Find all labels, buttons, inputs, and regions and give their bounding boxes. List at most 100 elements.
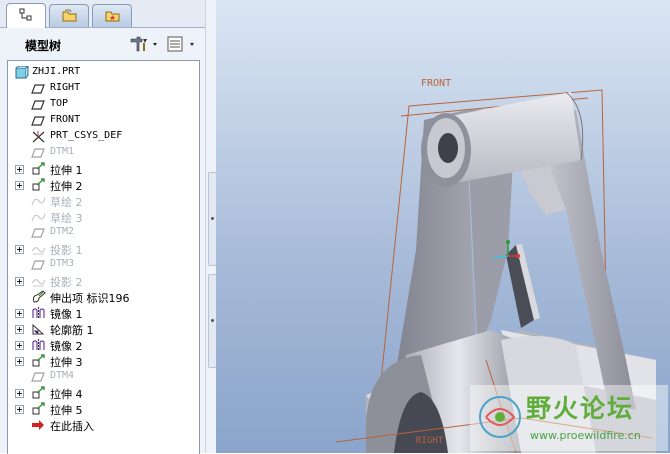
extrude-icon [31,402,46,416]
tree-item-label: 投影 1 [50,244,83,257]
tree-item-label: 在此插入 [50,420,94,433]
tree-item-label: 拉伸 2 [50,180,83,193]
expand-toggle-icon[interactable] [15,357,24,366]
tree-item-label: DTM2 [50,226,75,237]
tree-item[interactable]: FRONT [8,113,198,129]
tree-item-label: 伸出项 标识196 [50,292,130,305]
tree-item-label: 轮廓筋 1 [50,324,94,337]
tree-item[interactable]: 在此插入 [8,417,198,433]
tree-item-label: 镜像 2 [50,340,83,353]
rib-icon [31,322,46,336]
settings-menu-button[interactable] [128,35,160,53]
mirror-icon [31,338,46,352]
projection-icon [31,242,46,256]
forum-watermark: 野火论坛 www.proewildfire.cn [470,385,668,451]
tree-item[interactable]: 草绘 2 [8,193,198,209]
tree-item-label: ZHJI.PRT [32,66,81,77]
tree-item[interactable]: 拉伸 4 [8,385,198,401]
tree-item-label: 投影 2 [50,276,83,289]
expand-toggle-icon[interactable] [15,277,24,286]
extrude-icon [31,386,46,400]
sketch-icon [31,194,46,208]
navigator-tabs [0,0,205,28]
datum-plane-icon [31,226,46,240]
datum-plane-icon [31,98,46,112]
expand-toggle-icon[interactable] [15,165,24,174]
tree-item[interactable]: 拉伸 2 [8,177,198,193]
tree-item[interactable]: DTM3 [8,257,198,273]
tree-item[interactable]: RIGHT [8,81,198,97]
extrude-icon [31,178,46,192]
tree-item[interactable]: 拉伸 3 [8,353,198,369]
extrude-icon [31,162,46,176]
datum-right-label: RIGHT [416,436,444,446]
tree-item-label: 拉伸 4 [50,388,83,401]
tree-item[interactable]: TOP [8,97,198,113]
tree-item-label: 镜像 1 [50,308,83,321]
watermark-url: www.proewildfire.cn [530,429,641,442]
watermark-logo-icon [479,396,521,438]
tree-item[interactable]: 拉伸 1 [8,161,198,177]
projection-icon [31,274,46,288]
favorites-tab-icon [105,11,120,22]
show-menu-button[interactable] [166,35,198,53]
protrusion-icon [31,290,46,304]
expand-toggle-icon[interactable] [15,325,24,334]
tree-item-label: DTM1 [50,146,75,157]
tree-item-label: TOP [50,98,69,109]
expand-toggle-icon[interactable] [15,389,24,398]
datum-plane-icon [31,82,46,96]
folder-browser-tab-icon [62,9,77,22]
tree-item[interactable]: 投影 2 [8,273,198,289]
datum-plane-icon [31,370,46,384]
tree-item[interactable]: ZHJI.PRT [8,64,198,81]
tree-item-label: FRONT [50,114,81,125]
mirror-icon [31,306,46,320]
tree-item-label: 草绘 3 [50,212,83,225]
csys-icon [31,130,46,144]
tree-item-label: DTM3 [50,258,75,269]
model-tree-tab[interactable] [6,3,46,28]
expand-toggle-icon[interactable] [15,341,24,350]
folder-browser-tab[interactable] [49,4,89,27]
sketch-icon [31,210,46,224]
tree-item-label: 拉伸 1 [50,164,83,177]
graphics-window[interactable]: FRONT RIGHT 野火论坛 www.proewildfire.cn [216,0,670,453]
tree-item[interactable]: 草绘 3 [8,209,198,225]
tree-item-label: 草绘 2 [50,196,83,209]
favorites-tab[interactable] [92,4,132,27]
model-tree-header: 模型树 [0,28,205,58]
expand-toggle-icon[interactable] [15,309,24,318]
tree-item[interactable]: 拉伸 5 [8,401,198,417]
datum-plane-icon [31,146,46,160]
list-columns-icon [167,36,194,52]
tree-item[interactable]: 投影 1 [8,241,198,257]
tree-item-label: DTM4 [50,370,75,381]
navigator-panel: 模型树 ZHJI.PRT RIGHT TOP FRONT PRT_CSYS_DEF DTM… [0,0,205,454]
expand-toggle-icon[interactable] [15,405,24,414]
datum-front-label: FRONT [421,78,451,89]
tree-item[interactable]: 镜像 2 [8,337,198,353]
datum-plane-icon [31,114,46,128]
tree-item-label: 拉伸 5 [50,404,83,417]
tree-item[interactable]: 轮廓筋 1 [8,321,198,337]
tree-item[interactable]: 伸出项 标识196 [8,289,198,305]
tree-item[interactable]: PRT_CSYS_DEF [8,129,198,145]
tree-item[interactable]: DTM2 [8,225,198,241]
tree-item[interactable]: 镜像 1 [8,305,198,321]
expand-toggle-icon[interactable] [15,181,24,190]
watermark-title: 野火论坛 [526,394,635,423]
insert-arrow-icon [31,418,46,432]
datum-plane-icon [31,258,46,272]
tree-item[interactable]: DTM1 [8,145,198,161]
tree-item-label: PRT_CSYS_DEF [50,130,123,141]
tree-item-label: 拉伸 3 [50,356,83,369]
part-icon [14,64,30,80]
tools-icon [130,36,157,52]
model-tree-tab-icon [19,8,32,21]
model-tree[interactable]: ZHJI.PRT RIGHT TOP FRONT PRT_CSYS_DEF DTM1 拉伸 … [7,60,200,454]
tree-item[interactable]: DTM4 [8,369,198,385]
expand-toggle-icon[interactable] [15,245,24,254]
extrude-icon [31,354,46,368]
panel-title: 模型树 [25,39,62,53]
